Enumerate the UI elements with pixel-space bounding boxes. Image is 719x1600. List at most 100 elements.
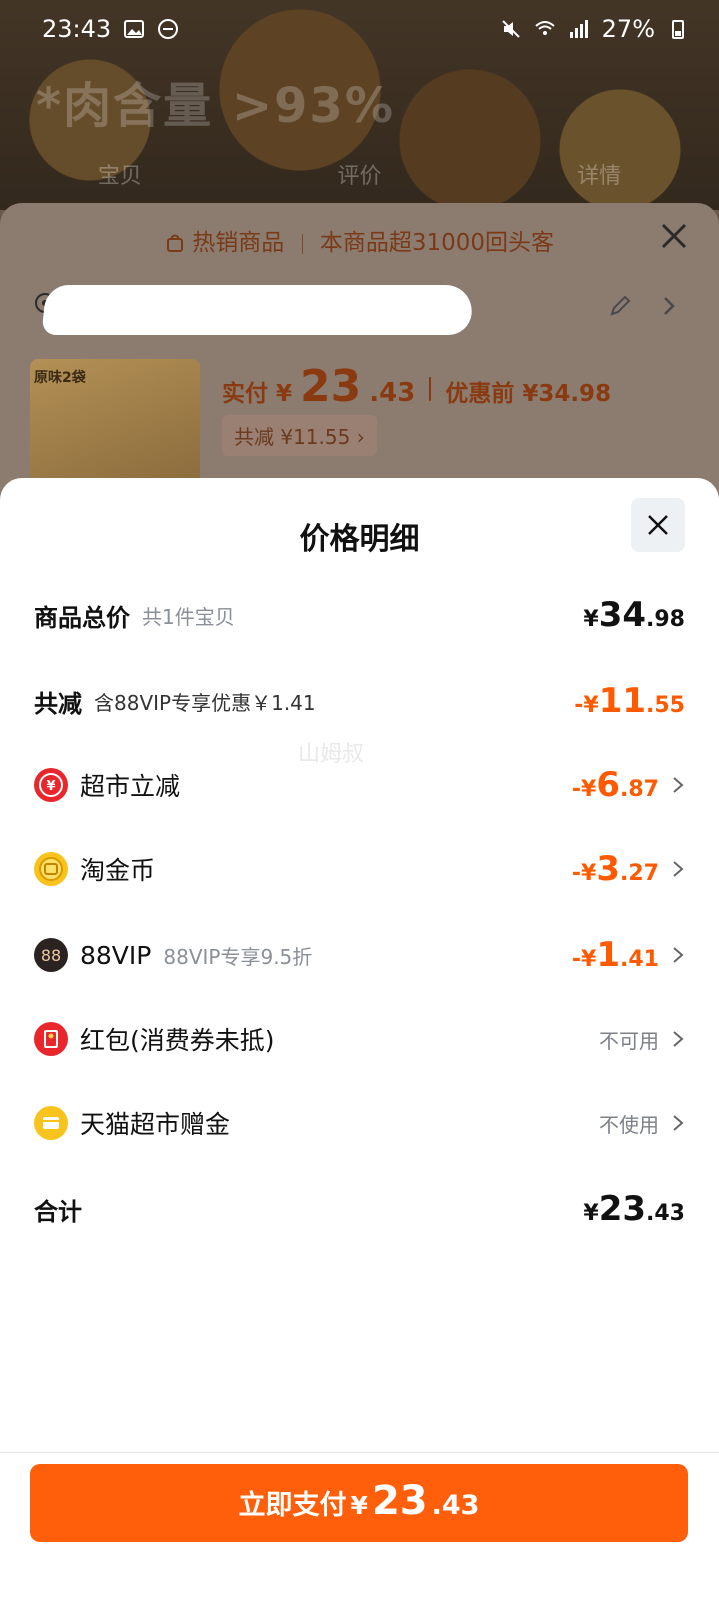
paid-label: 实付	[222, 381, 268, 407]
red-packet-row[interactable]: 红包(消费券未抵) 不可用	[34, 1014, 685, 1064]
goods-total-label: 商品总价	[34, 603, 130, 632]
product-variant-tag: 原味2袋	[34, 370, 86, 386]
goods-total-amount: ¥34.98	[583, 595, 685, 635]
vip-discount-note: 含88VIP专享优惠￥1.41	[94, 690, 316, 715]
chevron-right-icon	[673, 947, 684, 963]
currency: ¥	[583, 1201, 599, 1226]
item-amount: -¥ 3.27	[572, 849, 659, 889]
hot-sale-banner: 热销商品 本商品超31000回头客	[0, 223, 719, 257]
tab-details[interactable]: 详情	[577, 158, 621, 190]
hero-meat-content-text: *肉含量 >93%	[36, 78, 395, 134]
gold-coin-icon	[34, 852, 68, 886]
redacted-address	[41, 285, 475, 335]
tab-reviews[interactable]: 评价	[337, 158, 381, 190]
item-name: 88VIP	[80, 940, 152, 970]
before-discount-amount: ¥34.98	[522, 381, 612, 407]
vip-88-icon: 88	[34, 938, 68, 972]
edit-icon[interactable]	[607, 293, 633, 319]
item-amount: -¥ 1.41	[572, 935, 659, 975]
product-thumbnail[interactable]: 原味2袋	[30, 359, 200, 489]
amount-dec: .98	[646, 607, 685, 632]
item-name: 超市立减	[80, 772, 181, 801]
taojinbi-row[interactable]: 淘金币 -¥ 3.27	[34, 844, 685, 894]
item-amount: -¥ 6.87	[572, 765, 659, 805]
amount-int: 3	[596, 849, 621, 889]
product-tabs: 宝贝 评价 详情	[0, 158, 719, 190]
amount-int: 23	[598, 1189, 647, 1229]
chevron-right-icon: ›	[356, 425, 365, 449]
svg-text:88: 88	[41, 946, 61, 965]
item-name: 红包(消费券未抵)	[80, 1026, 275, 1055]
currency: -¥	[571, 947, 597, 972]
mute-icon	[501, 20, 520, 38]
banner-divider	[301, 233, 303, 254]
battery-percent: 27%	[601, 15, 655, 43]
currency: -¥	[571, 777, 597, 802]
clock: 23:43	[42, 15, 112, 43]
chevron-right-icon	[673, 1115, 684, 1131]
gallery-icon	[124, 20, 145, 38]
gift-money-row[interactable]: 天猫超市赠金 不使用	[34, 1098, 685, 1148]
amount-dec: .55	[646, 693, 685, 718]
before-discount-label: 优惠前	[445, 381, 515, 407]
order-confirm-sheet: 热销商品 本商品超31000回头客 原味2袋 实付 ¥ 23.43 优惠前 ¥3…	[0, 203, 719, 523]
close-icon	[648, 515, 668, 535]
currency: -¥	[574, 693, 599, 718]
yuan-coin-icon: ¥	[34, 768, 68, 802]
pay-int: 23	[371, 1478, 428, 1524]
signal-icon	[569, 20, 588, 38]
amount-dec: .87	[620, 777, 659, 802]
chevron-right-icon	[673, 1031, 684, 1047]
hot-sale-label: 热销商品	[192, 230, 285, 256]
shopping-bag-icon	[166, 234, 183, 252]
chevron-right-icon	[673, 861, 684, 877]
gift-money-status: 不使用	[599, 1112, 659, 1137]
close-button[interactable]	[631, 498, 685, 552]
battery-icon	[672, 20, 684, 39]
close-icon[interactable]	[659, 221, 689, 251]
amount-int: 34	[598, 595, 647, 635]
amount-int: 6	[596, 765, 621, 805]
currency: -¥	[571, 861, 597, 886]
red-packet-icon	[34, 1022, 68, 1056]
total-discount-amount: -¥ 11.55	[574, 681, 685, 721]
sum-row: 合计 ¥23.43	[34, 1184, 685, 1234]
vip-discount-desc: 88VIP专享9.5折	[163, 944, 313, 969]
item-name: 淘金币	[80, 856, 156, 885]
amount-int: 1	[596, 935, 621, 975]
wifi-icon	[534, 21, 555, 35]
amount-dec: .41	[620, 947, 659, 972]
item-name: 天猫超市赠金	[80, 1110, 231, 1139]
goods-count: 共1件宝贝	[142, 604, 235, 629]
pay-now-label: 立即支付	[238, 1490, 347, 1521]
saving-label: 共减	[234, 425, 274, 449]
paid-dec: .43	[369, 378, 416, 408]
pay-dec: .43	[431, 1490, 480, 1521]
saving-amount: ¥11.55	[280, 425, 351, 449]
paid-currency: ¥	[276, 381, 293, 407]
tab-item[interactable]: 宝贝	[98, 158, 142, 190]
red-packet-status: 不可用	[599, 1028, 659, 1053]
paid-int: 23	[300, 361, 362, 412]
repeat-customer-text: 本商品超31000回头客	[319, 230, 555, 256]
amount-dec: .43	[646, 1201, 685, 1226]
vip-88-row[interactable]: 88 88VIP 88VIP专享9.5折 -¥ 1.41	[34, 930, 685, 980]
chevron-right-icon	[673, 777, 684, 793]
chevron-right-icon[interactable]	[659, 295, 679, 317]
sum-label: 合计	[34, 1197, 82, 1226]
price-detail-sheet: 价格明细 山姆叔 商品总价 共1件宝贝 ¥34.98 共减 含88VIP专享优惠…	[0, 478, 719, 1600]
goods-total-row: 商品总价 共1件宝贝 ¥34.98	[34, 590, 685, 640]
gift-card-icon	[34, 1106, 68, 1140]
supermarket-discount-row[interactable]: ¥ 超市立减 -¥ 6.87	[34, 760, 685, 810]
svg-text:¥: ¥	[46, 779, 55, 794]
sheet-title: 价格明细	[299, 522, 420, 557]
pay-currency: ¥	[350, 1491, 368, 1520]
amount-dec: .27	[620, 861, 659, 886]
paid-divider	[429, 377, 432, 401]
total-saving-pill[interactable]: 共减 ¥11.55 ›	[222, 415, 377, 456]
currency: ¥	[583, 607, 599, 632]
status-bar: 23:43 27%	[0, 0, 719, 58]
amount-int: 11	[598, 681, 647, 721]
total-discount-label: 共减	[34, 689, 82, 718]
pay-now-button[interactable]: 立即支付 ¥23.43	[30, 1464, 688, 1542]
